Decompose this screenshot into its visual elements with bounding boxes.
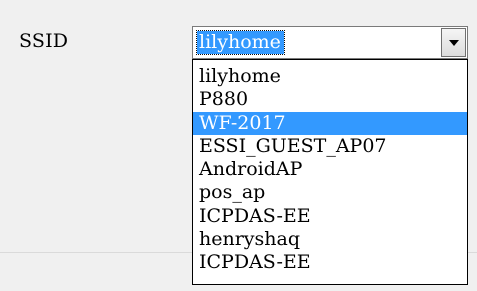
ssid-option[interactable]: pos_ap [193, 181, 467, 204]
ssid-option[interactable]: ESSI_GUEST_AP07 [193, 135, 467, 158]
ssid-option[interactable]: ICPDAS-EE [193, 205, 467, 228]
ssid-label: SSID [19, 30, 69, 52]
ssid-dropdown-button[interactable] [441, 28, 466, 57]
ssid-combobox[interactable]: lilyhome [192, 26, 468, 59]
ssid-option[interactable]: lilyhome [193, 65, 467, 88]
ssid-option-highlighted[interactable]: WF-2017 [193, 111, 467, 135]
ssid-option[interactable]: AndroidAP [193, 158, 467, 181]
ssid-dropdown-list[interactable]: lilyhome P880 WF-2017 ESSI_GUEST_AP07 An… [192, 59, 468, 285]
ssid-option[interactable]: ICPDAS-EE [193, 251, 467, 274]
chevron-down-icon [448, 39, 459, 46]
ssid-option[interactable]: P880 [193, 88, 467, 111]
ssid-option[interactable]: henryshaq [193, 228, 467, 251]
ssid-selected-value[interactable]: lilyhome [196, 30, 285, 55]
